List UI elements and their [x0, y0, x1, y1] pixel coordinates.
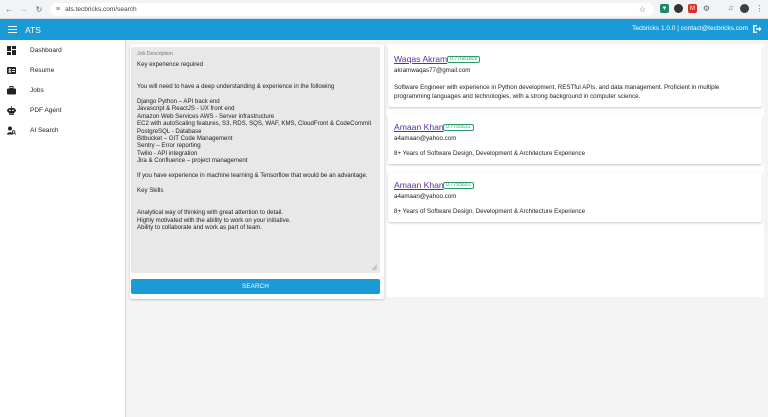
dashboard-icon: [7, 45, 16, 55]
sidebar-item-label: Resume: [30, 66, 55, 74]
media-control-icon[interactable]: ♫: [726, 4, 735, 13]
candidate-summary: Software Engineer with experience in Pyt…: [394, 84, 720, 100]
main-content: Job Description Key experience required …: [126, 40, 768, 417]
match-score-badge: 0.7755631: [443, 124, 474, 131]
reload-icon[interactable]: ↻: [33, 3, 45, 15]
back-icon[interactable]: ←: [3, 3, 15, 15]
candidate-name-link[interactable]: Amaan Khan: [394, 180, 444, 190]
jobs-icon: [7, 85, 16, 94]
app-bar: ATS Tecbricks 1.0.0 | contact@tecbricks.…: [0, 19, 768, 40]
job-description-field[interactable]: Job Description Key experience required …: [131, 47, 380, 273]
forward-icon[interactable]: →: [18, 3, 30, 15]
candidate-name-link[interactable]: Waqas Akram: [394, 54, 447, 64]
url-text: ats.tecbricks.com/search: [65, 6, 137, 13]
result-card: Amaan Khan 0.7755631 a4amaan@yahoo.com 8…: [388, 172, 762, 222]
app-version-contact: Tecbricks 1.0.0 | contact@tecbricks.com: [632, 25, 748, 32]
bookmark-star-icon[interactable]: ☆: [639, 5, 646, 14]
browser-menu-icon[interactable]: ⋮: [755, 4, 764, 13]
app-title: ATS: [25, 24, 41, 35]
extensions-puzzle-icon[interactable]: ⚙: [702, 4, 711, 13]
sidebar-item-resume[interactable]: Resume: [0, 62, 126, 78]
job-description-label: Job Description: [137, 51, 173, 57]
candidate-summary: 8+ Years of Software Design, Development…: [394, 150, 586, 157]
match-score-badge: 0.7755631: [443, 182, 474, 189]
result-card: Amaan Khan 0.7755631 a4amaan@yahoo.com 8…: [388, 114, 762, 164]
sidebar-item-jobs[interactable]: Jobs: [0, 82, 126, 98]
site-settings-icon[interactable]: ≡: [56, 6, 60, 13]
candidate-email: a4amaan@yahoo.com: [394, 135, 457, 142]
sidebar-item-dashboard[interactable]: Dashboard: [0, 42, 126, 58]
sidebar-item-label: Jobs: [30, 86, 44, 94]
results-panel: Waqas Akram 0.77681809 akramwaqas77@gmai…: [387, 44, 764, 297]
robot-icon: [7, 105, 16, 115]
sidebar-item-ai-search[interactable]: AI Search: [0, 122, 126, 138]
sidebar: Dashboard Resume Jobs PDF Agent AI Searc…: [0, 40, 126, 417]
menu-icon[interactable]: [8, 26, 17, 33]
sidebar-item-label: AI Search: [30, 126, 59, 134]
job-description-card: Job Description Key experience required …: [130, 44, 384, 299]
sidebar-item-label: Dashboard: [30, 46, 62, 54]
candidate-email: a4amaan@yahoo.com: [394, 193, 457, 200]
person-search-icon: [7, 126, 16, 135]
profile-avatar-icon[interactable]: [740, 4, 749, 13]
candidate-summary: 8+ Years of Software Design, Development…: [394, 208, 586, 215]
extension-gmail-icon[interactable]: M: [688, 4, 697, 13]
search-button[interactable]: SEARCH: [131, 279, 380, 294]
resize-handle-icon[interactable]: [372, 265, 377, 270]
address-bar[interactable]: ≡ ats.tecbricks.com/search ☆: [50, 3, 654, 16]
candidate-email: akramwaqas77@gmail.com: [394, 67, 471, 74]
candidate-name-link[interactable]: Amaan Khan: [394, 122, 444, 132]
job-description-textarea[interactable]: Key experience required You will need to…: [137, 61, 375, 231]
sidebar-item-pdf-agent[interactable]: PDF Agent: [0, 102, 126, 118]
resume-icon: [7, 66, 16, 74]
extension-circle-icon[interactable]: [674, 4, 683, 13]
result-card: Waqas Akram 0.77681809 akramwaqas77@gmai…: [388, 46, 762, 107]
browser-toolbar: ← → ↻ ≡ ats.tecbricks.com/search ☆ ▼ M ⚙…: [0, 0, 768, 19]
logout-icon[interactable]: [752, 24, 762, 34]
extension-vuetify-icon[interactable]: ▼: [660, 4, 669, 13]
sidebar-item-label: PDF Agent: [30, 106, 62, 114]
match-score-badge: 0.77681809: [447, 56, 481, 63]
